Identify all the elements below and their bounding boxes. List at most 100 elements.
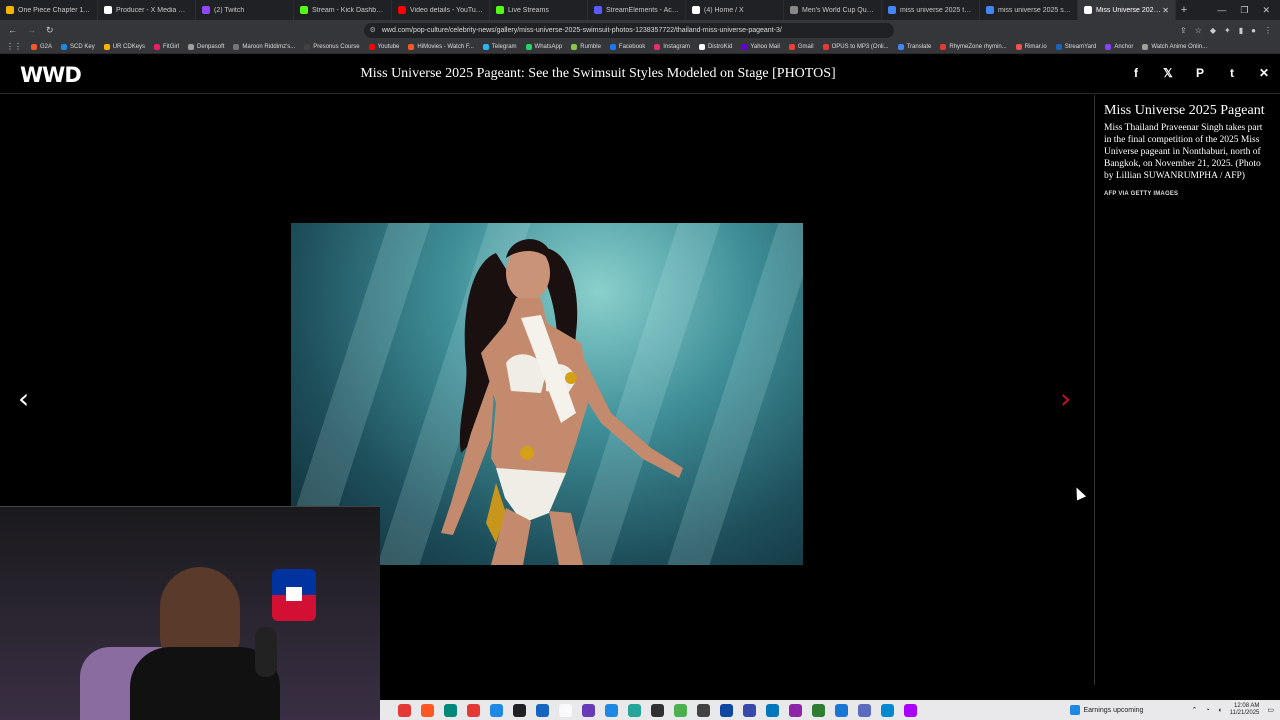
bookmark-item[interactable]: Facebook [609, 43, 646, 50]
sidebar-icon[interactable]: ▮ [1239, 26, 1243, 35]
bookmark-item[interactable]: OPUS to MP3 (Onli... [822, 43, 889, 50]
share-page-icon[interactable]: ⇪ [1180, 26, 1187, 35]
bookmark-item[interactable]: Telegram [482, 43, 517, 50]
taskbar-app-icon[interactable] [697, 703, 710, 717]
browser-tab[interactable]: StreamElements - Activity F [588, 0, 686, 20]
bookmark-item[interactable]: Youtube [368, 43, 399, 50]
browser-tab[interactable]: (2) Twitch [196, 0, 294, 20]
browser-tab[interactable]: Men's World Cup Qualifiers [784, 0, 882, 20]
apps-icon[interactable]: ⋮⋮ [6, 42, 22, 51]
taskbar-app-icon[interactable] [421, 703, 434, 717]
taskbar-app-icon[interactable] [398, 703, 411, 717]
bookmark-label: Facebook [618, 43, 646, 50]
taskbar-app-icon[interactable] [467, 703, 480, 717]
bookmark-item[interactable]: Anchor [1105, 43, 1133, 50]
bookmark-item[interactable]: Rumble [571, 43, 601, 50]
browser-tab[interactable]: Miss Universe 2025 Sw ✕ [1078, 0, 1176, 20]
extensions-puzzle-icon[interactable]: ✦ [1224, 26, 1231, 35]
bookmark-item[interactable]: Translate [897, 43, 931, 50]
tumblr-icon[interactable]: t [1226, 66, 1238, 80]
taskbar-app-icon[interactable] [743, 703, 756, 717]
bookmark-star-icon[interactable]: ☆ [1195, 26, 1202, 35]
close-icon[interactable]: ✕ [1258, 66, 1270, 80]
bookmark-favicon-icon [31, 43, 37, 50]
tray-chevron-icon[interactable]: ⌃ [1191, 706, 1197, 714]
pinterest-icon[interactable]: P [1194, 66, 1206, 80]
bookmark-item[interactable]: Instagram [654, 43, 690, 50]
taskbar-app-icon[interactable] [651, 703, 664, 717]
new-tab-button[interactable]: + [1176, 4, 1192, 16]
back-icon[interactable]: ← [8, 25, 17, 35]
browser-tab[interactable]: (4) Home / X [686, 0, 784, 20]
browser-tab[interactable]: Video details - YouTube St [392, 0, 490, 20]
bookmark-item[interactable]: Maroon Riddimz's... [233, 43, 295, 50]
previous-slide-button[interactable]: ‹ [18, 382, 29, 415]
taskbar-app-icon[interactable] [582, 703, 595, 717]
taskbar-app-icon[interactable] [766, 703, 779, 717]
volume-icon[interactable]: ◖ [1218, 707, 1222, 714]
facebook-icon[interactable]: f [1130, 66, 1142, 80]
reload-icon[interactable]: ↻ [46, 25, 54, 36]
taskbar-app-icon[interactable] [881, 703, 894, 717]
taskbar-app-icon[interactable] [789, 703, 802, 717]
bookmark-item[interactable]: StreamYard [1055, 43, 1097, 50]
tab-title: (2) Twitch [214, 6, 245, 14]
taskbar-app-icon[interactable] [812, 703, 825, 717]
bookmark-favicon-icon [188, 43, 195, 50]
bookmark-item[interactable]: Presonus Course [304, 43, 360, 50]
profile-icon[interactable]: ● [1251, 26, 1256, 35]
x-icon[interactable]: 𝕏 [1162, 66, 1174, 80]
mouse-cursor [1071, 485, 1087, 501]
news-widget[interactable]: Earnings upcoming [1069, 705, 1143, 715]
bookmark-item[interactable]: FitGirl [154, 43, 179, 50]
notification-icon[interactable]: ▭ [1267, 706, 1274, 714]
bookmark-item[interactable]: Rimar.io [1015, 43, 1047, 50]
taskbar-app-icon[interactable] [490, 703, 503, 717]
browser-tab[interactable]: Stream - Kick Dashboard [294, 0, 392, 20]
menu-icon[interactable]: ⋮ [1264, 26, 1272, 35]
taskbar-app-icon[interactable] [628, 703, 641, 717]
next-slide-button[interactable]: › [1060, 382, 1071, 415]
taskbar-app-icon[interactable] [835, 703, 848, 717]
bookmark-item[interactable]: Gmail [788, 43, 814, 50]
taskbar-app-icon[interactable] [536, 703, 549, 717]
bookmark-item[interactable]: Denpasoft [188, 43, 224, 50]
taskbar-app-icon[interactable] [513, 703, 526, 717]
bookmark-label: StreamYard [1064, 43, 1097, 50]
browser-tab[interactable]: Live Streams [490, 0, 588, 20]
site-info-icon[interactable]: ⚙ [370, 26, 376, 34]
browser-tab[interactable]: One Piece Chapter 1109 | T [0, 0, 98, 20]
taskbar-app-icon[interactable] [858, 703, 871, 717]
bookmark-item[interactable]: HiMovies - Watch F... [408, 43, 474, 50]
bookmark-label: Telegram [491, 43, 517, 50]
bookmark-list: G2A SCD Key UR CDKeys FitGirl Denpasoft Maroo… [31, 43, 1207, 50]
bookmark-item[interactable]: UR CDKeys [103, 43, 145, 50]
photo-credit: AFP VIA GETTY IMAGES [1104, 191, 1179, 197]
forward-icon[interactable]: → [27, 25, 36, 35]
bookmark-item[interactable]: DistroKid [698, 43, 732, 50]
tab-title: One Piece Chapter 1109 | T [18, 6, 91, 14]
tab-close-icon[interactable]: ✕ [1162, 6, 1169, 15]
bookmark-item[interactable]: Watch Anime Onlin... [1142, 43, 1207, 50]
bookmark-item[interactable]: Yahoo Mail [741, 43, 780, 50]
taskbar-app-icon[interactable] [444, 703, 457, 717]
restore-icon[interactable]: ❐ [1240, 5, 1248, 16]
taskbar-app-icon[interactable] [720, 703, 733, 717]
bookmark-item[interactable]: WhatsApp [525, 43, 562, 50]
browser-tab[interactable]: miss universe 2025 swimsu [980, 0, 1078, 20]
bookmark-item[interactable]: G2A [31, 43, 52, 50]
bookmark-item[interactable]: RhymeZone rhymin... [940, 43, 1007, 50]
browser-tab[interactable]: Producer - X Media Studio [98, 0, 196, 20]
taskbar-app-icon[interactable] [605, 703, 618, 717]
extension-icon[interactable]: ◆ [1210, 26, 1216, 35]
minimize-icon[interactable]: — [1217, 5, 1226, 16]
bookmark-item[interactable]: SCD Key [61, 43, 95, 50]
window-close-icon[interactable]: ✕ [1262, 5, 1270, 16]
taskbar-app-icon[interactable] [559, 703, 572, 717]
taskbar-app-icon[interactable] [904, 703, 917, 717]
address-bar[interactable]: ⚙ wwd.com/pop-culture/celebrity-news/gal… [363, 22, 894, 38]
wifi-icon[interactable]: ◔ [1205, 707, 1209, 714]
taskbar-clock[interactable]: 12:08 AM 11/21/2025 [1230, 703, 1260, 717]
taskbar-app-icon[interactable] [674, 703, 687, 717]
browser-tab[interactable]: miss universe 2025 top 10 [882, 0, 980, 20]
